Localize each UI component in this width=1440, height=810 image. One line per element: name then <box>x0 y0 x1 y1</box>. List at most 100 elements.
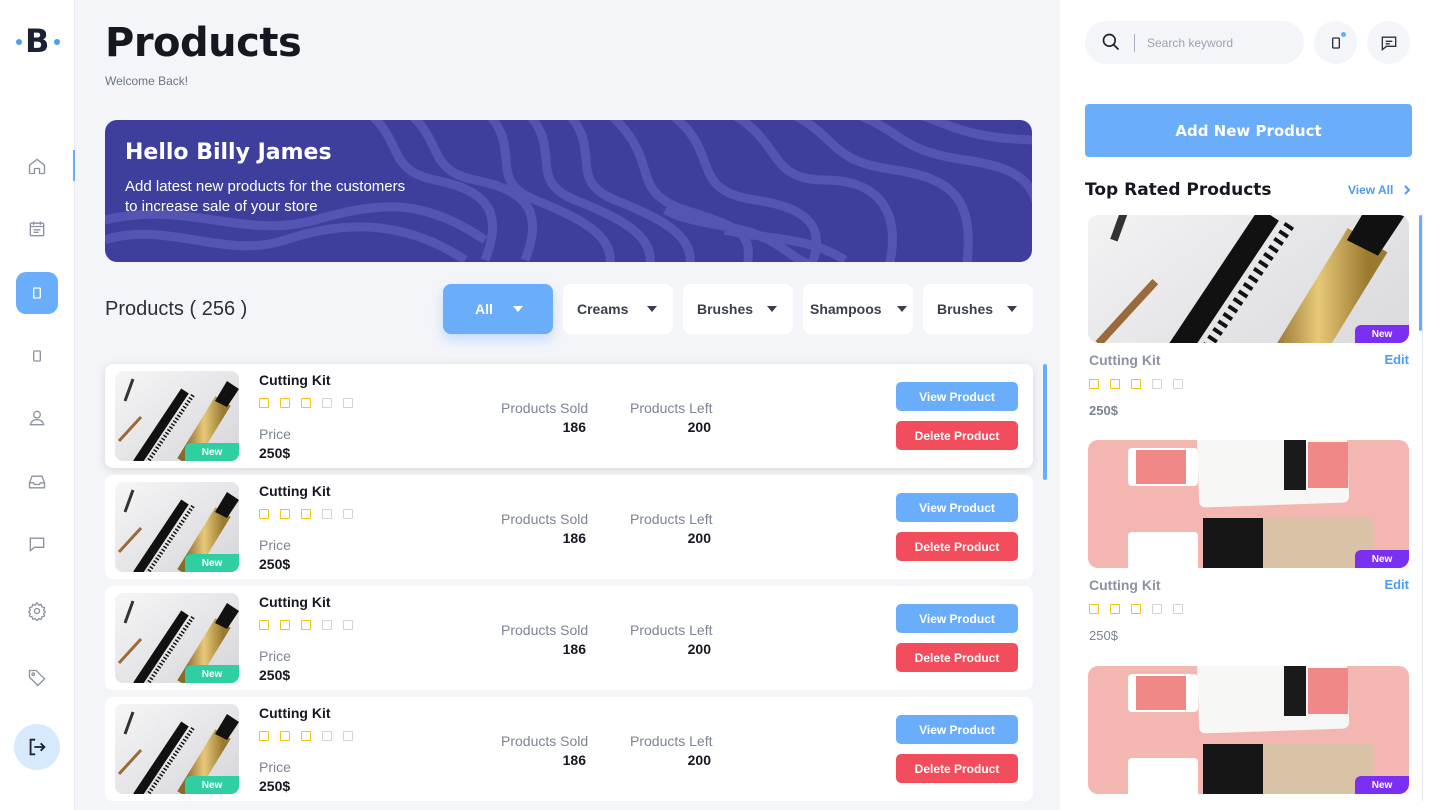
calendar-icon <box>29 221 45 237</box>
search-divider <box>1134 34 1135 52</box>
star-icon <box>259 398 269 408</box>
products-left-label: Products Left <box>630 622 713 638</box>
top-rated-card[interactable]: New Cutting Kit Edit 250$ <box>1088 440 1409 643</box>
product-row[interactable]: New Cutting Kit Price 250$ Products Sold… <box>105 364 1033 468</box>
messages-button[interactable] <box>1367 21 1410 64</box>
product-thumbnail[interactable]: New <box>115 704 239 794</box>
delete-product-button[interactable]: Delete Product <box>896 421 1018 450</box>
top-rated-name: Cutting Kit <box>1089 577 1161 593</box>
top-rated-card[interactable]: New Cutting Kit Edit 250$ <box>1088 215 1409 418</box>
top-rated-price: 250$ <box>1089 403 1118 418</box>
list-scrollbar[interactable] <box>1043 364 1047 480</box>
product-thumbnail[interactable]: New <box>115 593 239 683</box>
chevron-right-icon[interactable] <box>1403 185 1411 195</box>
top-rated-image[interactable]: New <box>1088 440 1409 568</box>
chevron-down-icon <box>513 306 523 312</box>
products-sold-value: 186 <box>562 419 586 435</box>
star-icon <box>259 620 269 630</box>
star-icon <box>280 620 290 630</box>
sidebar-item-inbox[interactable] <box>16 461 58 503</box>
delete-product-button[interactable]: Delete Product <box>896 754 1018 783</box>
view-all-link[interactable]: View All <box>1348 183 1393 197</box>
new-badge: New <box>1355 776 1409 794</box>
top-rated-card[interactable]: New <box>1088 666 1409 794</box>
products-sold-label: Products Sold <box>501 400 589 416</box>
products-left-value: 200 <box>687 752 711 768</box>
edit-link[interactable]: Edit <box>1384 352 1409 367</box>
price-label: Price <box>259 648 291 664</box>
edit-link[interactable]: Edit <box>1384 577 1409 592</box>
view-product-button[interactable]: View Product <box>896 604 1018 633</box>
star-icon <box>301 398 311 408</box>
brand-logo[interactable]: B <box>16 22 60 62</box>
new-badge: New <box>1355 325 1409 343</box>
product-thumbnail[interactable]: New <box>115 482 239 572</box>
price-label: Price <box>259 759 291 775</box>
filter-brushes[interactable]: Brushes <box>683 284 793 334</box>
star-icon <box>1089 604 1099 614</box>
star-icon <box>343 731 353 741</box>
star-icon <box>1131 379 1141 389</box>
new-badge: New <box>185 776 239 794</box>
star-icon <box>280 398 290 408</box>
delete-product-button[interactable]: Delete Product <box>896 532 1018 561</box>
sidebar-item-device[interactable] <box>16 335 58 377</box>
sidebar-item-chat[interactable] <box>16 523 58 565</box>
sidebar-item-settings[interactable] <box>16 590 58 632</box>
top-rated-image[interactable]: New <box>1088 215 1409 343</box>
product-thumbnail[interactable]: New <box>115 371 239 461</box>
price-value: 250$ <box>259 445 291 461</box>
products-count: Products ( 256 ) <box>105 298 248 320</box>
star-icon <box>1152 604 1162 614</box>
top-rated-title: Top Rated Products <box>1085 180 1272 200</box>
user-icon <box>29 410 45 426</box>
home-icon <box>28 158 46 175</box>
top-rated-rating <box>1089 379 1183 389</box>
star-icon <box>343 398 353 408</box>
device-notifications-button[interactable] <box>1314 21 1357 64</box>
chevron-down-icon <box>767 306 777 312</box>
view-product-button[interactable]: View Product <box>896 493 1018 522</box>
sidebar-item-user[interactable] <box>16 397 58 439</box>
price-label: Price <box>259 537 291 553</box>
star-icon <box>1173 379 1183 389</box>
new-badge: New <box>1355 550 1409 568</box>
star-icon <box>1152 379 1162 389</box>
view-product-button[interactable]: View Product <box>896 382 1018 411</box>
sidebar-item-home[interactable] <box>16 145 58 187</box>
sidebar-item-calendar[interactable] <box>16 208 58 250</box>
top-rated-scrollbar[interactable] <box>1419 215 1422 331</box>
delete-product-button[interactable]: Delete Product <box>896 643 1018 672</box>
filter-all[interactable]: All <box>443 284 553 334</box>
view-product-button[interactable]: View Product <box>896 715 1018 744</box>
price-label: Price <box>259 426 291 442</box>
star-icon <box>301 509 311 519</box>
filter-brushes-2[interactable]: Brushes <box>923 284 1033 334</box>
chevron-down-icon <box>647 306 657 312</box>
filter-creams[interactable]: Creams <box>563 284 673 334</box>
cosmetics-image <box>1088 666 1409 794</box>
product-row[interactable]: New Cutting Kit Price 250$ Products Sold… <box>105 475 1033 579</box>
sidebar-item-products[interactable] <box>16 272 58 314</box>
products-sold-label: Products Sold <box>501 733 589 749</box>
sidebar-item-tags[interactable] <box>16 657 58 699</box>
products-left-label: Products Left <box>630 511 713 527</box>
product-row[interactable]: New Cutting Kit Price 250$ Products Sold… <box>105 697 1033 801</box>
products-sold-value: 186 <box>562 530 586 546</box>
top-rated-image[interactable]: New <box>1088 666 1409 794</box>
star-icon <box>322 398 332 408</box>
logout-icon <box>29 738 46 756</box>
tag-icon <box>28 669 46 687</box>
product-rating <box>259 509 353 519</box>
star-icon <box>301 620 311 630</box>
product-row[interactable]: New Cutting Kit Price 250$ Products Sold… <box>105 586 1033 690</box>
star-icon <box>1110 379 1120 389</box>
star-icon <box>1173 604 1183 614</box>
logout-button[interactable] <box>14 724 60 770</box>
star-icon <box>1089 379 1099 389</box>
price-value: 250$ <box>259 667 291 683</box>
product-name: Cutting Kit <box>259 372 331 388</box>
filter-shampoos[interactable]: Shampoos <box>803 284 913 334</box>
add-new-product-button[interactable]: Add New Product <box>1085 104 1412 157</box>
search-input[interactable]: Search keyword <box>1085 21 1304 64</box>
